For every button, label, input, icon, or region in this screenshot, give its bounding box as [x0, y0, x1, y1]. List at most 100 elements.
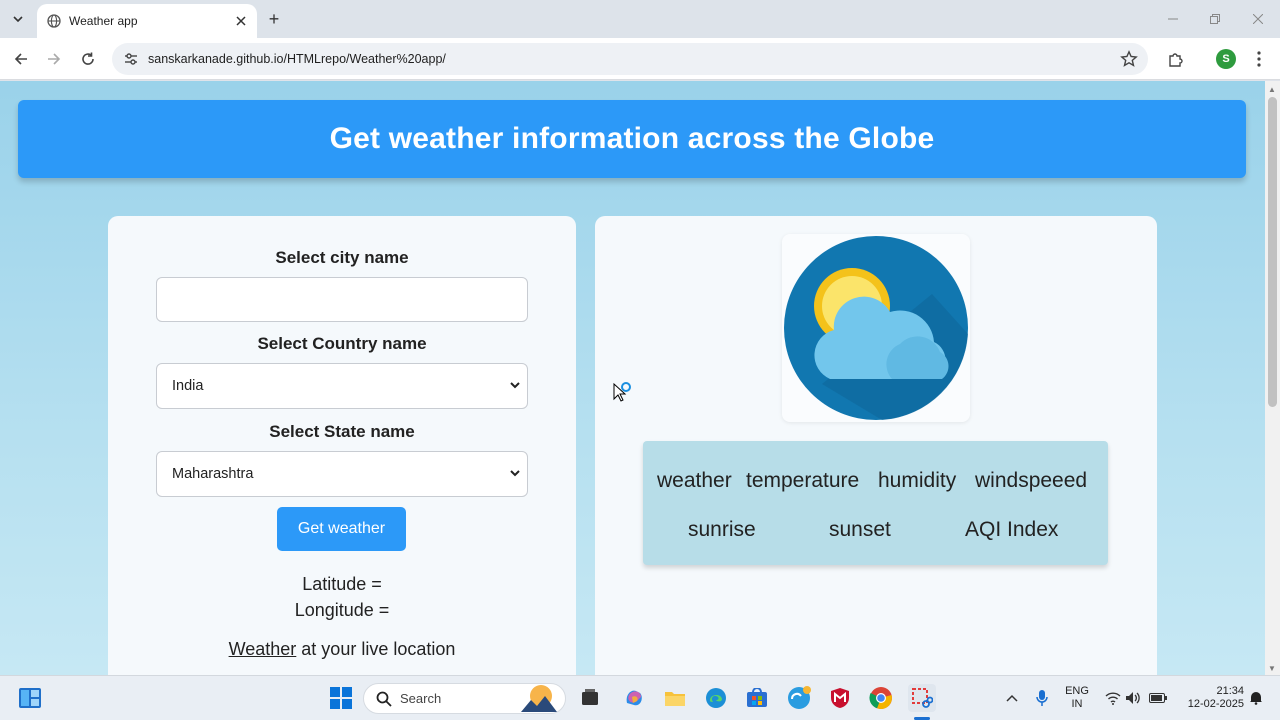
reload-icon [82, 52, 94, 65]
live-location-text: Weather at your live location [108, 639, 576, 660]
state-selected-value: Maharashtra [172, 466, 254, 482]
forward-button[interactable] [43, 48, 65, 70]
weather-taskbar-button[interactable] [785, 684, 813, 712]
extensions-button[interactable] [1165, 48, 1187, 70]
browser-menu-button[interactable] [1248, 48, 1270, 70]
page-title: Get weather information across the Globe [329, 122, 935, 155]
longitude-text: Longitude = [294, 600, 390, 620]
store-button[interactable] [743, 684, 771, 712]
more-vertical-icon [1257, 51, 1261, 67]
url-text: sanskarkanade.github.io/HTMLrepo/Weather… [148, 52, 446, 66]
windows-logo-icon [330, 687, 352, 709]
search-placeholder: Search [400, 691, 442, 706]
close-tab-button[interactable] [233, 13, 249, 29]
info-windspeed: windspeeed [975, 469, 1088, 492]
state-select[interactable]: Maharashtra [156, 451, 528, 497]
info-aqi: AQI Index [965, 518, 1059, 541]
file-explorer-button[interactable] [661, 684, 689, 712]
scroll-down-icon[interactable]: ▼ [1268, 664, 1276, 673]
clock-date: 12-02-2025 [1187, 698, 1244, 710]
back-button[interactable] [10, 48, 32, 70]
language-region: IN [1071, 698, 1083, 710]
get-weather-button[interactable]: Get weather [277, 507, 406, 551]
scrollbar-thumb[interactable] [1268, 97, 1277, 407]
address-bar[interactable]: sanskarkanade.github.io/HTMLrepo/Weather… [112, 43, 1148, 75]
live-location-suffix: at your live location [296, 639, 456, 659]
weather-info-panel: weather temperature humidity windspeeed … [643, 441, 1108, 565]
restore-button[interactable] [1200, 8, 1230, 30]
search-icon [376, 691, 392, 707]
globe-icon [47, 14, 61, 28]
star-icon[interactable] [1120, 50, 1138, 68]
avatar: S [1216, 49, 1236, 69]
close-icon [1253, 14, 1263, 24]
country-selected-value: India [172, 378, 204, 394]
tab-title: Weather app [69, 14, 138, 28]
browser-tab-strip: Weather app + [0, 0, 1280, 38]
info-sunset: sunset [829, 518, 891, 541]
taskbar-search[interactable]: Search [363, 683, 566, 714]
show-hidden-icons-button[interactable] [998, 684, 1026, 712]
busy-cursor-icon [613, 382, 631, 402]
copilot-icon [626, 690, 642, 706]
weather-widget-icon [788, 686, 811, 709]
bell-icon [1250, 692, 1262, 705]
store-icon [747, 688, 767, 707]
info-temperature: temperature [746, 469, 860, 492]
windows-taskbar: Search ENG IN 21:34 12-02-2025 [0, 675, 1280, 720]
start-button[interactable] [327, 684, 355, 712]
edge-button[interactable] [702, 684, 730, 712]
reload-button[interactable] [77, 48, 99, 70]
arrow-right-icon [48, 53, 61, 65]
chevron-down-icon [510, 382, 520, 389]
browser-toolbar: sanskarkanade.github.io/HTMLrepo/Weather… [0, 38, 1280, 80]
scroll-up-icon[interactable]: ▲ [1268, 85, 1276, 94]
restore-icon [1210, 14, 1220, 24]
widgets-button[interactable] [16, 684, 44, 712]
search-form-card: Select city name Select Country name Ind… [108, 216, 576, 675]
weather-result-card: weather temperature humidity windspeeed … [595, 216, 1157, 675]
widgets-icon [19, 688, 41, 708]
task-view-button[interactable] [576, 684, 604, 712]
microphone-icon [1036, 690, 1048, 706]
notifications-button[interactable] [1242, 684, 1270, 712]
chrome-button[interactable] [867, 684, 895, 712]
speaker-icon [1126, 692, 1140, 704]
minimize-icon [1168, 18, 1178, 20]
page-scrollbar[interactable]: ▲ ▼ [1265, 81, 1280, 675]
info-humidity: humidity [878, 469, 957, 492]
city-label: Select city name [275, 248, 409, 267]
info-weather: weather [657, 469, 732, 492]
new-tab-button[interactable]: + [264, 9, 284, 29]
close-window-button[interactable] [1243, 8, 1273, 30]
chevron-down-icon [510, 470, 520, 477]
live-weather-link[interactable]: Weather [229, 639, 297, 659]
copilot-button[interactable] [620, 684, 648, 712]
language-indicator[interactable]: ENG IN [1062, 685, 1092, 711]
close-icon [236, 16, 246, 26]
country-select[interactable]: India [156, 363, 528, 409]
profile-button[interactable]: S [1215, 48, 1237, 70]
browser-tab-weather[interactable]: Weather app [37, 4, 257, 38]
city-input[interactable] [156, 277, 528, 322]
page-banner: Get weather information across the Globe [18, 100, 1246, 178]
volume-button[interactable] [1119, 684, 1147, 712]
page-viewport: Get weather information across the Globe… [0, 81, 1265, 675]
task-view-icon [582, 689, 598, 705]
info-sunrise: sunrise [688, 518, 756, 541]
clock-time: 21:34 [1216, 685, 1244, 697]
tab-search-button[interactable] [6, 8, 30, 30]
battery-button[interactable] [1144, 684, 1172, 712]
edge-browser-icon [706, 688, 726, 708]
minimize-button[interactable] [1158, 8, 1188, 30]
search-highlight-icon [521, 685, 557, 712]
clock[interactable]: 21:34 12-02-2025 [1176, 685, 1244, 711]
snipping-tool-button[interactable] [908, 684, 936, 712]
puzzle-icon [1169, 53, 1183, 67]
mcafee-button[interactable] [826, 684, 854, 712]
microphone-button[interactable] [1028, 684, 1056, 712]
chevron-down-icon [13, 16, 23, 23]
site-info-icon[interactable] [122, 50, 140, 68]
latitude-text: Latitude = [302, 574, 382, 594]
country-label: Select Country name [257, 334, 427, 353]
